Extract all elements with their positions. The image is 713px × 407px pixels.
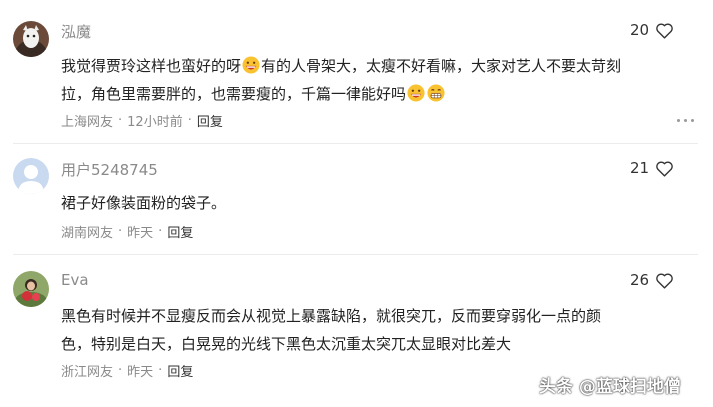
comment-line: 裙子好像装面粉的袋子。	[61, 194, 227, 212]
location-label: 湖南网友	[61, 226, 114, 241]
avatar[interactable]	[13, 158, 49, 194]
reply-button[interactable]: 回复	[197, 111, 223, 130]
heart-icon	[656, 272, 673, 289]
comment-text: 裙子好像装面粉的袋子。	[61, 189, 676, 217]
meta-separator: ·	[118, 113, 123, 128]
comment-line: 我觉得贾玲这样也蛮好的呀 有的人骨架大，太瘦不好看嘛，大家对艺人不要太苛刻	[61, 56, 622, 75]
timestamp: 昨天	[127, 365, 154, 380]
meta-separator: ·	[118, 363, 123, 378]
location-label: 上海网友	[61, 115, 114, 130]
timestamp: 12小时前	[127, 115, 183, 130]
comment-text: 黑色有时候并不显瘦反而会从视觉上暴露缺陷，就很突兀，反而要穿弱化一点的颜 色，特…	[61, 302, 676, 358]
comment-meta: 湖南网友 · 昨天 · 回复	[61, 222, 193, 241]
heart-icon	[656, 22, 673, 39]
like-button[interactable]: 26	[630, 271, 674, 289]
meta-separator: ·	[158, 224, 163, 239]
grin-emoji-icon	[242, 56, 260, 74]
grin-emoji-icon	[407, 84, 425, 102]
timestamp: 昨天	[127, 226, 154, 241]
comment-line: 色，特别是白天，白晃晃的光线下黑色太沉重太突兀太显眼对比差大	[61, 335, 512, 353]
comment-meta: 浙江网友 · 昨天 · 回复	[61, 361, 193, 380]
like-count: 20	[630, 21, 650, 39]
avatar[interactable]	[13, 271, 49, 307]
like-button[interactable]: 21	[630, 159, 674, 177]
grimace-emoji-icon	[427, 84, 445, 102]
like-button[interactable]: 20	[630, 21, 674, 39]
like-count: 21	[630, 159, 650, 177]
username[interactable]: 用户5248745	[61, 159, 158, 180]
divider	[13, 254, 698, 255]
more-options-icon[interactable]	[677, 119, 694, 122]
comment-list: 泓魔 20 我觉得贾玲这样也蛮好的呀 有的人骨架大，太瘦不好看嘛，大家对艺人不要太…	[0, 0, 713, 407]
meta-separator: ·	[158, 363, 163, 378]
comment-line: 拉，角色里需要胖的，也需要瘦的，千篇一律能好吗	[61, 80, 676, 108]
reply-button[interactable]: 回复	[167, 361, 193, 380]
avatar[interactable]	[13, 21, 49, 57]
watermark: 头条 @蓝球扫地僧	[539, 377, 681, 397]
reply-button[interactable]: 回复	[167, 222, 193, 241]
heart-icon	[656, 160, 673, 177]
username[interactable]: 泓魔	[61, 21, 91, 42]
location-label: 浙江网友	[61, 365, 114, 380]
divider	[13, 143, 698, 144]
comment-text: 我觉得贾玲这样也蛮好的呀 有的人骨架大，太瘦不好看嘛，大家对艺人不要太苛刻 拉，角…	[61, 52, 676, 108]
comment-line: 黑色有时候并不显瘦反而会从视觉上暴露缺陷，就很突兀，反而要穿弱化一点的颜	[61, 307, 602, 325]
comment-meta: 上海网友 · 12小时前 · 回复	[61, 111, 223, 130]
like-count: 26	[630, 271, 650, 289]
meta-separator: ·	[118, 224, 123, 239]
username[interactable]: Eva	[61, 271, 89, 289]
meta-separator: ·	[187, 113, 192, 128]
